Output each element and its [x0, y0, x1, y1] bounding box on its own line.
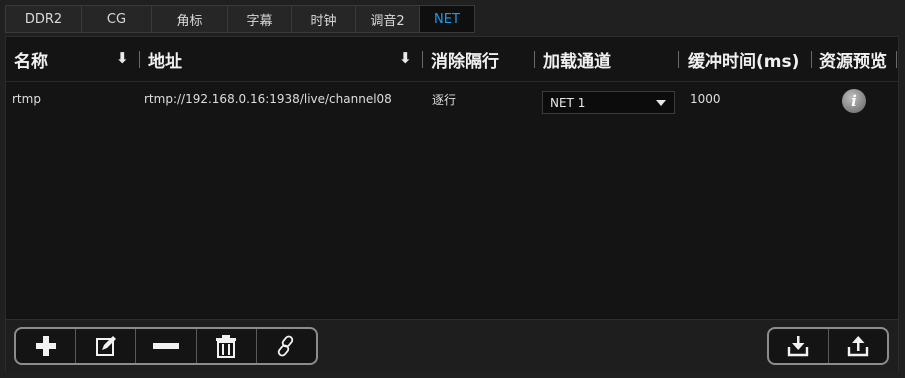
remove-button[interactable] — [136, 329, 197, 363]
column-separator — [811, 51, 812, 68]
bottom-toolbar — [6, 319, 898, 372]
chevron-down-icon[interactable] — [656, 100, 666, 106]
link-button[interactable] — [257, 329, 316, 363]
column-header-preview[interactable]: 资源预览 — [819, 37, 887, 81]
table-header: 名称 ⬇ 地址 ⬇ 消除隔行 加载通道 缓冲时间(ms) 资源预览 — [6, 37, 898, 82]
column-separator — [422, 51, 423, 68]
info-icon[interactable]: i — [842, 89, 866, 113]
remove-icon — [153, 343, 179, 349]
row-name: rtmp — [12, 92, 41, 106]
export-button[interactable] — [829, 329, 888, 363]
net-panel-window: DDR2 CG 角标 字幕 时钟 调音2 NET 名称 ⬇ 地址 ⬇ 消除隔行 … — [0, 0, 905, 378]
column-header-load-channel[interactable]: 加载通道 — [543, 37, 611, 81]
delete-icon — [216, 335, 237, 358]
row-deinterlace: 逐行 — [432, 92, 457, 107]
column-header-deinterlace[interactable]: 消除隔行 — [431, 37, 499, 81]
tab-audio-mixer-2[interactable]: 调音2 — [355, 5, 419, 33]
sort-down-icon[interactable]: ⬇ — [399, 49, 412, 67]
tab-bar: DDR2 CG 角标 字幕 时钟 调音2 NET — [5, 5, 475, 35]
tab-subtitle[interactable]: 字幕 — [227, 5, 291, 33]
column-header-buffer-time[interactable]: 缓冲时间(ms) — [688, 37, 799, 81]
load-channel-select[interactable]: NET 1 — [542, 91, 675, 114]
tab-cg[interactable]: CG — [81, 5, 151, 33]
load-channel-value: NET 1 — [550, 95, 586, 110]
link-icon — [278, 335, 294, 357]
add-button[interactable] — [16, 329, 77, 363]
import-button[interactable] — [769, 329, 829, 363]
add-icon — [35, 336, 56, 356]
column-header-address[interactable]: 地址 — [148, 37, 182, 81]
io-button-group — [767, 327, 889, 365]
column-separator — [896, 51, 897, 68]
import-icon — [788, 336, 809, 357]
edit-icon — [95, 336, 116, 356]
row-buffer-time: 1000 — [690, 92, 721, 106]
column-separator — [139, 51, 140, 68]
sort-down-icon[interactable]: ⬇ — [116, 49, 129, 67]
tab-net[interactable]: NET — [419, 5, 475, 33]
edit-button-group — [14, 327, 318, 365]
net-source-table: 名称 ⬇ 地址 ⬇ 消除隔行 加载通道 缓冲时间(ms) 资源预览 rtmp r… — [5, 36, 899, 372]
tab-ddr2[interactable]: DDR2 — [5, 5, 81, 33]
delete-button[interactable] — [197, 329, 257, 363]
column-separator — [534, 51, 535, 68]
row-address: rtmp://192.168.0.16:1938/live/channel08 — [144, 92, 392, 106]
export-icon — [847, 336, 868, 357]
table-row[interactable]: rtmp rtmp://192.168.0.16:1938/live/chann… — [6, 81, 898, 117]
tab-clock[interactable]: 时钟 — [291, 5, 355, 33]
tab-corner-logo[interactable]: 角标 — [151, 5, 227, 33]
edit-button[interactable] — [76, 329, 137, 363]
column-header-name[interactable]: 名称 — [14, 37, 48, 81]
column-separator — [678, 51, 679, 68]
